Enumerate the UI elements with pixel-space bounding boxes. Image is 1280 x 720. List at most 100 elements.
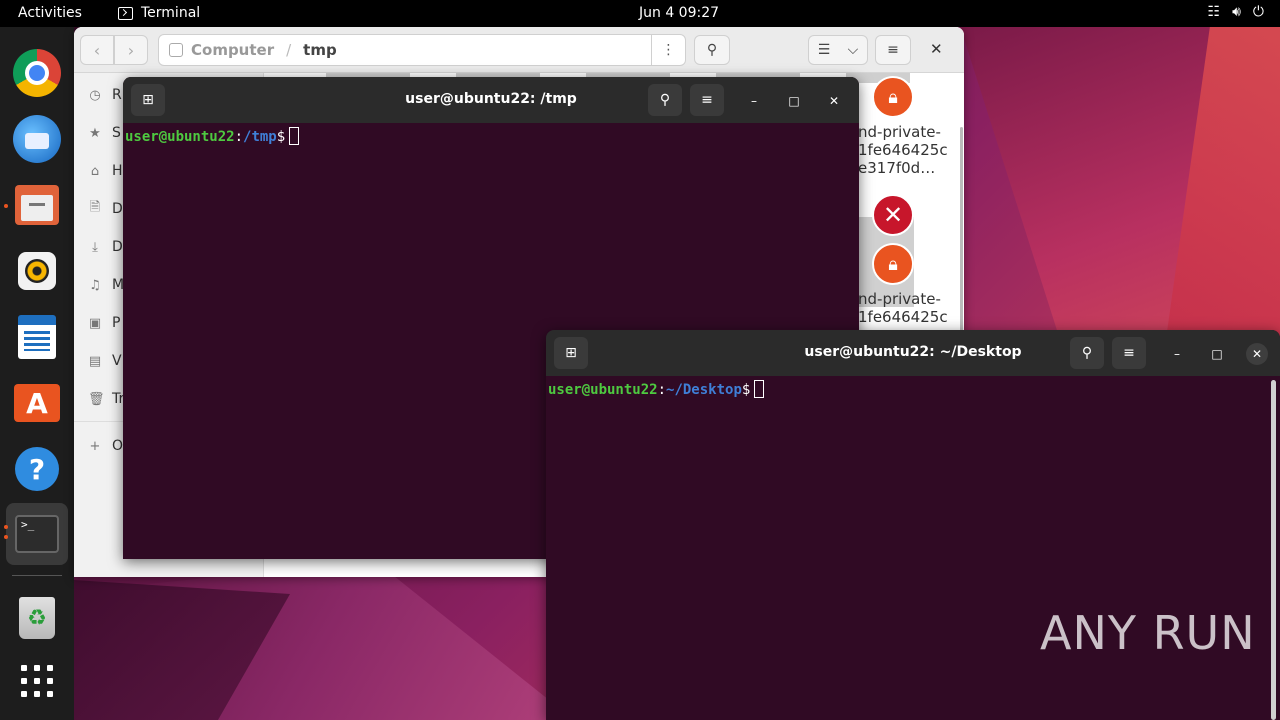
back-button[interactable]: ‹: [80, 35, 114, 65]
minimize-button[interactable]: –: [743, 90, 765, 112]
sidebar-item-label: H: [112, 163, 123, 179]
main-menu-button[interactable]: ≡: [875, 35, 911, 65]
search-button[interactable]: ⚲: [648, 84, 682, 116]
help-icon: ?: [15, 447, 59, 491]
home-icon: ⌂: [90, 163, 100, 179]
maximize-button[interactable]: □: [783, 90, 805, 112]
terminal-icon: [118, 6, 133, 20]
close-button[interactable]: ✕: [930, 40, 943, 58]
disk-icon: [169, 43, 183, 57]
dock-help[interactable]: ?: [13, 445, 61, 493]
hamburger-icon: ≡: [1123, 345, 1135, 361]
dock-software[interactable]: A: [13, 379, 61, 427]
dock-writer[interactable]: [13, 313, 61, 361]
minimize-icon: –: [1174, 347, 1180, 361]
path-bar[interactable]: Computer / tmp ⋮: [158, 34, 686, 66]
minimize-button[interactable]: –: [1166, 343, 1188, 365]
apps-grid-icon: [21, 665, 53, 697]
sidebar-item-starred[interactable]: ★ S: [88, 121, 121, 145]
sidebar-item-music[interactable]: ♫ M: [88, 273, 124, 297]
terminal-headerbar: ⊞ user@ubuntu22: ~/Desktop ⚲ ≡ – □ ✕: [546, 330, 1280, 376]
volume-icon: 🔊︎: [1232, 4, 1241, 20]
dock-trash[interactable]: ♻: [13, 594, 61, 642]
sidebar-item-home[interactable]: ⌂ H: [88, 159, 123, 183]
breadcrumb-computer[interactable]: Computer: [191, 41, 274, 59]
sidebar-item-label: S: [112, 125, 121, 141]
sidebar-item-pictures[interactable]: ▣ P: [88, 311, 121, 335]
close-button[interactable]: ✕: [823, 90, 845, 112]
recent-icon: ◷: [89, 87, 101, 103]
search-button[interactable]: ⚲: [694, 35, 730, 65]
app-menu[interactable]: Terminal: [118, 5, 200, 21]
view-toggle-button[interactable]: ☰ ⌵: [808, 35, 868, 65]
prompt-end: $: [741, 382, 751, 398]
chevron-left-icon: ‹: [93, 40, 101, 60]
menu-button[interactable]: ≡: [690, 84, 724, 116]
prompt-sep: :: [657, 382, 667, 398]
running-indicator: [4, 525, 8, 529]
chrome-icon: [13, 49, 61, 97]
terminal-scrollbar[interactable]: [1271, 380, 1276, 720]
network-icon: ☷: [1207, 4, 1221, 20]
menu-button[interactable]: ≡: [1112, 337, 1146, 369]
power-icon: ⏻: [1252, 4, 1264, 20]
clock[interactable]: Jun 4 09:27: [639, 5, 719, 21]
files-headerbar: ‹ › Computer / tmp ⋮ ⚲ ☰ ⌵ ≡ ✕: [74, 27, 964, 73]
terminal-headerbar: ⊞ user@ubuntu22: /tmp ⚲ ≡ – □ ✕: [123, 77, 859, 123]
lock-icon: 🔒︎: [872, 76, 914, 118]
terminal-output[interactable]: user@ubuntu22:~/Desktop$: [546, 376, 1280, 720]
list-view-icon: ☰: [817, 42, 831, 58]
dock-rhythmbox[interactable]: [13, 247, 61, 295]
lock-icon: 🔒︎: [872, 243, 914, 285]
terminal-window-desktop: ⊞ user@ubuntu22: ~/Desktop ⚲ ≡ – □ ✕ use…: [546, 330, 1280, 720]
prompt-user: user@ubuntu22: [548, 382, 658, 398]
thunderbird-icon: [13, 115, 61, 163]
kebab-icon: ⋮: [661, 42, 676, 58]
activities-button[interactable]: Activities: [18, 5, 82, 21]
x-icon: ✕: [872, 194, 914, 236]
pictures-icon: ▣: [88, 315, 102, 331]
sidebar-item-label: D: [112, 239, 123, 255]
hamburger-icon: ≡: [701, 92, 713, 108]
close-button[interactable]: ✕: [1246, 343, 1268, 365]
close-icon: ✕: [930, 40, 943, 58]
file-item[interactable]: nd-private- 1fe646425c: [858, 290, 948, 326]
forward-button[interactable]: ›: [114, 35, 148, 65]
sidebar-item-videos[interactable]: ▤ V: [88, 349, 122, 373]
prompt-user: user@ubuntu22: [125, 129, 235, 145]
maximize-icon: □: [788, 94, 800, 108]
search-button[interactable]: ⚲: [1070, 337, 1104, 369]
sidebar-item-other-locations[interactable]: + O: [88, 434, 123, 458]
dock-terminal[interactable]: >_: [13, 510, 61, 558]
sidebar-item-trash[interactable]: 🗑︎ Tr: [88, 387, 124, 411]
chevron-down-icon: ⌵: [847, 42, 859, 58]
files-icon: [15, 185, 59, 225]
minimize-icon: –: [751, 94, 757, 108]
text-cursor: [754, 380, 765, 398]
search-icon: ⚲: [1081, 345, 1093, 361]
sidebar-item-recent[interactable]: ◷ R: [88, 83, 121, 107]
dock-separator: [12, 575, 62, 576]
dock-chrome[interactable]: [13, 49, 61, 97]
file-item[interactable]: nd-private- 1fe646425c e317f0d…: [858, 123, 948, 177]
running-indicator: [4, 535, 8, 539]
anyrun-watermark: ANY RUN: [1040, 606, 1256, 660]
prompt-sep: :: [234, 129, 244, 145]
close-icon: ✕: [828, 94, 840, 108]
close-icon: ✕: [1251, 347, 1263, 361]
top-bar: Activities Terminal Jun 4 09:27 ☷ 🔊︎ ⏻: [0, 0, 1280, 27]
path-menu-button[interactable]: ⋮: [651, 35, 685, 65]
rhythmbox-icon: [18, 252, 56, 290]
dock-thunderbird[interactable]: [13, 115, 61, 163]
show-applications-button[interactable]: [13, 657, 61, 705]
system-tray[interactable]: ☷ 🔊︎ ⏻: [1208, 4, 1264, 20]
maximize-button[interactable]: □: [1206, 343, 1228, 365]
star-icon: ★: [89, 125, 101, 141]
sidebar-item-downloads[interactable]: ⤓ D: [88, 235, 123, 259]
dock-files[interactable]: [13, 181, 61, 229]
app-name: Terminal: [141, 5, 201, 21]
breadcrumb-tmp[interactable]: tmp: [303, 41, 337, 59]
files-scrollbar[interactable]: [960, 127, 963, 337]
sidebar-item-label: O: [112, 438, 124, 454]
sidebar-item-documents[interactable]: 🗎 D: [88, 197, 123, 221]
